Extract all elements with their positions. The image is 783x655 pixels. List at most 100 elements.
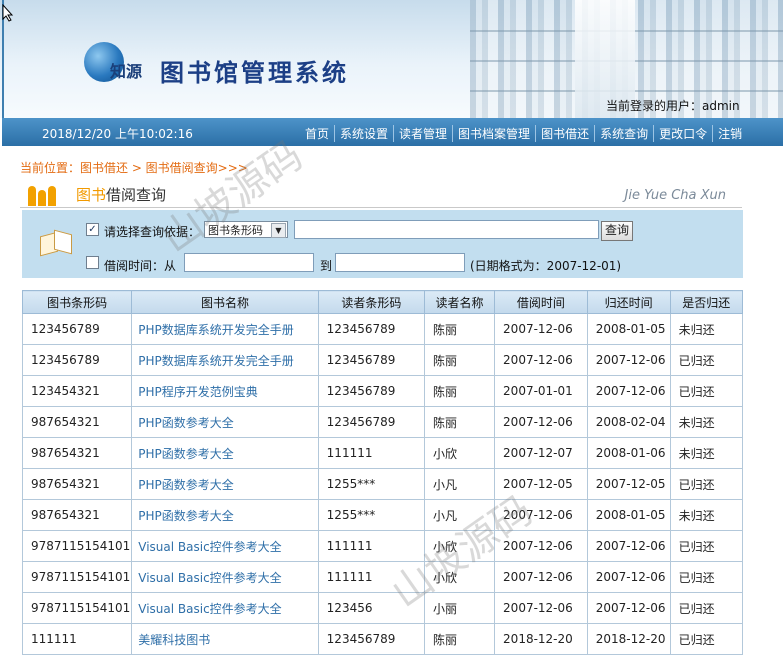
cell-book-name[interactable]: PHP函数参考大全	[131, 468, 319, 500]
col-reader-name: 读者名称	[423, 290, 496, 314]
cell-book-name[interactable]: Visual Basic控件参考大全	[131, 592, 319, 624]
col-returned: 是否归还	[669, 290, 744, 314]
table-row: 123456789 PHP数据库系统开发完全手册 123456789 陈丽 2007-1…	[21, 344, 744, 376]
cell-book-barcode: 987654321	[21, 468, 133, 500]
cell-book-barcode: 987654321	[21, 499, 133, 531]
date-to-input[interactable]	[335, 253, 465, 272]
cell-return-date: 2007-12-06	[586, 561, 671, 593]
cell-book-barcode: 111111	[21, 623, 133, 655]
cell-returned: 未归还	[669, 437, 744, 469]
chevron-down-icon[interactable]: ▼	[271, 223, 286, 238]
cell-return-date: 2007-12-06	[586, 592, 671, 624]
cell-borrow-date: 2007-12-06	[494, 499, 588, 531]
cell-returned: 已归还	[669, 375, 744, 407]
cell-book-name[interactable]: PHP数据库系统开发完全手册	[131, 344, 319, 376]
cell-returned: 已归还	[669, 623, 744, 655]
cell-return-date: 2007-12-06	[586, 344, 671, 376]
cell-reader-name: 陈丽	[423, 406, 496, 438]
cell-borrow-date: 2007-01-01	[494, 375, 588, 407]
cell-return-date: 2008-01-06	[586, 437, 671, 469]
cell-book-barcode: 9787115154101	[21, 561, 133, 593]
cell-reader-name: 陈丽	[423, 623, 496, 655]
table-row: 987654321 PHP函数参考大全 123456789 陈丽 2007-12-06 2…	[21, 406, 744, 438]
cell-book-barcode: 123456789	[21, 344, 133, 376]
cell-borrow-date: 2007-12-06	[494, 406, 588, 438]
cell-reader-name: 小凡	[423, 499, 496, 531]
logo: 知源	[84, 40, 154, 86]
cell-borrow-date: 2007-12-06	[494, 313, 588, 345]
cell-return-date: 2007-12-06	[586, 530, 671, 562]
cell-book-barcode: 123454321	[21, 375, 133, 407]
date-to-label: 到	[320, 259, 333, 273]
cell-book-barcode: 123456789	[21, 313, 133, 345]
nav-book-archive[interactable]: 图书档案管理	[453, 125, 537, 142]
table-row: 9787115154101 Visual Basic控件参考大全 123456 小丽 2…	[21, 592, 744, 624]
cell-book-name[interactable]: PHP数据库系统开发完全手册	[131, 313, 319, 345]
cell-book-name[interactable]: PHP函数参考大全	[131, 406, 319, 438]
table-row: 9787115154101 Visual Basic控件参考大全 111111 小欣 2…	[21, 530, 744, 562]
nav-book-borrow-return[interactable]: 图书借还	[536, 125, 596, 142]
nav-home[interactable]: 首页	[300, 125, 336, 142]
cell-reader-barcode: 111111	[317, 437, 425, 469]
cell-borrow-date: 2018-12-20	[494, 623, 588, 655]
cell-reader-barcode: 123456789	[317, 406, 425, 438]
cell-reader-name: 小凡	[423, 468, 496, 500]
main-nav: 首页 系统设置 读者管理 图书档案管理 图书借还 系统查询 更改口令 注销	[300, 125, 747, 142]
open-book-icon	[38, 226, 72, 257]
table-header-row: 图书条形码 图书名称 读者条形码 读者名称 借阅时间 归还时间 是否归还	[21, 290, 744, 314]
col-reader-barcode: 读者条形码	[317, 290, 425, 314]
nav-bar: 2018/12/20 上午10:02:16 首页 系统设置 读者管理 图书档案管…	[2, 118, 783, 146]
table-row: 987654321 PHP函数参考大全 1255*** 小凡 2007-12-06 200…	[21, 499, 744, 531]
nav-reader-management[interactable]: 读者管理	[394, 125, 454, 142]
cell-reader-name: 小欣	[423, 530, 496, 562]
cell-returned: 未归还	[669, 313, 744, 345]
cell-book-name[interactable]: PHP函数参考大全	[131, 499, 319, 531]
cell-reader-barcode: 1255***	[317, 468, 425, 500]
page-title-rest: 借阅查询	[106, 186, 167, 204]
cell-book-name[interactable]: Visual Basic控件参考大全	[131, 530, 319, 562]
cell-book-name[interactable]: PHP程序开发范例宝典	[131, 375, 319, 407]
nav-system-settings[interactable]: 系统设置	[335, 125, 395, 142]
cell-reader-name: 陈丽	[423, 344, 496, 376]
header-banner: 知源 图书馆管理系统 当前登录的用户：admin	[0, 0, 783, 118]
date-checkbox[interactable]	[86, 256, 99, 269]
breadcrumb: 当前位置：图书借还 > 图书借阅查询>>>	[20, 161, 248, 175]
current-user: 当前登录的用户：admin	[606, 99, 740, 113]
table-row: 111111 美耀科技图书 123456789 陈丽 2018-12-20 2018-12…	[21, 623, 744, 655]
table-row: 987654321 PHP函数参考大全 1255*** 小凡 2007-12-05 200…	[21, 468, 744, 500]
cell-borrow-date: 2007-12-06	[494, 344, 588, 376]
cell-book-barcode: 9787115154101	[21, 592, 133, 624]
cell-book-name[interactable]: Visual Basic控件参考大全	[131, 561, 319, 593]
query-button[interactable]: 查询	[601, 221, 633, 241]
divider	[20, 207, 742, 208]
date-label: 借阅时间：从	[104, 259, 177, 273]
borrow-records-table: 图书条形码 图书名称 读者条形码 读者名称 借阅时间 归还时间 是否归还 123…	[21, 290, 744, 655]
page-title: 图书借阅查询	[76, 184, 166, 205]
current-datetime: 2018/12/20 上午10:02:16	[42, 127, 193, 141]
keyword-input[interactable]	[294, 220, 599, 239]
cell-return-date: 2008-01-05	[586, 313, 671, 345]
cell-returned: 已归还	[669, 592, 744, 624]
cell-book-name[interactable]: 美耀科技图书	[131, 623, 319, 655]
cell-reader-barcode: 123456789	[317, 623, 425, 655]
cell-book-barcode: 987654321	[21, 437, 133, 469]
cell-borrow-date: 2007-12-06	[494, 561, 588, 593]
criteria-select[interactable]: 图书条形码 ▼	[204, 221, 288, 238]
mouse-pointer-icon	[2, 4, 14, 22]
section-heading: 图书借阅查询 Jie Yue Cha Xun	[20, 178, 742, 208]
cell-reader-barcode: 1255***	[317, 499, 425, 531]
cell-returned: 已归还	[669, 468, 744, 500]
cell-return-date: 2008-01-05	[586, 499, 671, 531]
search-panel: ✓ 请选择查询依据： 图书条形码 ▼ 查询 借阅时间：从 到 (日期格式为：20…	[22, 210, 743, 278]
cell-borrow-date: 2007-12-05	[494, 468, 588, 500]
criteria-checkbox[interactable]: ✓	[86, 223, 99, 236]
nav-change-password[interactable]: 更改口令	[654, 125, 714, 142]
cell-returned: 已归还	[669, 530, 744, 562]
cell-book-name[interactable]: PHP函数参考大全	[131, 437, 319, 469]
cell-reader-barcode: 123456	[317, 592, 425, 624]
nav-logout[interactable]: 注销	[713, 125, 747, 142]
criteria-label: 请选择查询依据：	[104, 225, 201, 239]
page-title-accent: 图书	[76, 186, 107, 204]
nav-system-query[interactable]: 系统查询	[595, 125, 655, 142]
date-from-input[interactable]	[184, 253, 314, 272]
